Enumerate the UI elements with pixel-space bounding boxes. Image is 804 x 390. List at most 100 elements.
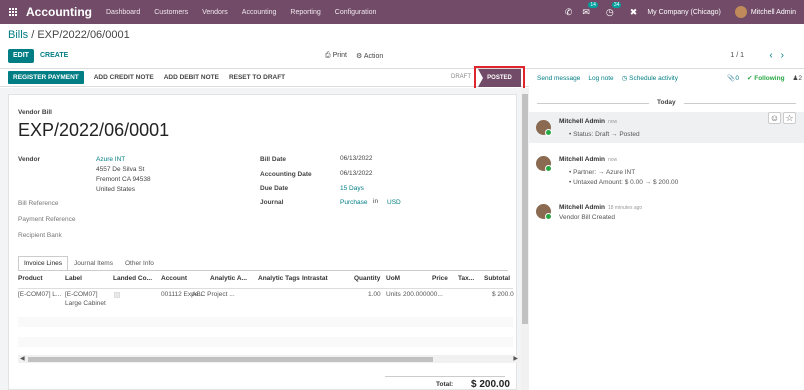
tab-invoice-lines[interactable]: Invoice Lines — [18, 256, 68, 271]
log-note-button[interactable]: Log note — [588, 75, 613, 82]
menu-vendors[interactable]: Vendors — [202, 9, 228, 16]
message-time: now — [607, 157, 618, 163]
top-navbar: Accounting Dashboard Customers Vendors A… — [0, 0, 804, 24]
tab-journal-items[interactable]: Journal Items — [68, 256, 119, 271]
col-subtotal[interactable]: Subtotal — [484, 275, 510, 282]
pager-value[interactable]: 1 / 1 — [730, 52, 744, 59]
author-avatar[interactable] — [536, 204, 552, 220]
col-analytic-tags[interactable]: Analytic Tags — [258, 275, 300, 282]
messages-icon[interactable]: ✉ 14 — [582, 1, 598, 18]
payment-reference-label: Payment Reference — [18, 216, 76, 223]
breadcrumb-bills-link[interactable]: Bills — [8, 29, 28, 41]
row-label-line-1: [E-COM07] — [65, 291, 98, 298]
message-author: Mitchell Admin 18 minutes ago — [559, 204, 643, 211]
star-icon[interactable]: ☆ — [783, 112, 796, 124]
horizontal-scrollbar[interactable]: ◀ ▶ — [18, 355, 520, 363]
phone-icon[interactable]: ✆ — [565, 7, 573, 18]
menu-accounting[interactable]: Accounting — [242, 9, 277, 16]
followers-count: 2 — [798, 75, 802, 82]
col-quantity[interactable]: Quantity — [354, 275, 380, 282]
col-account[interactable]: Account — [161, 275, 187, 282]
message-line-text: Vendor Bill Created — [559, 214, 616, 221]
following-button[interactable]: ✔ Following — [747, 74, 785, 82]
vendor-address-line-3: United States — [96, 186, 136, 193]
message-actions: ☺ ☆ — [768, 112, 796, 124]
scroll-left-icon[interactable]: ◀ — [20, 355, 25, 362]
send-message-button[interactable]: Send message — [537, 75, 580, 82]
menu-dashboard[interactable]: Dashboard — [106, 9, 140, 16]
apps-menu-icon[interactable] — [9, 8, 17, 16]
status-bar: REGISTER PAYMENT ADD CREDIT NOTE ADD DEB… — [0, 69, 530, 87]
journal-label: Journal — [260, 199, 284, 206]
table-header-line — [18, 288, 513, 289]
company-switcher[interactable]: My Company (Chicago) — [647, 9, 721, 16]
activities-icon[interactable]: ◷ 34 — [606, 1, 622, 18]
empty-row — [18, 337, 513, 347]
row-price: 200.000000... — [403, 291, 443, 298]
create-button[interactable]: CREATE — [40, 52, 68, 59]
total-value: $ 200.00 — [471, 379, 510, 390]
chevron-left-icon[interactable]: ‹ — [769, 50, 780, 61]
messages-badge: 14 — [588, 1, 598, 8]
menu-customers[interactable]: Customers — [154, 9, 188, 16]
col-uom[interactable]: UoM — [386, 275, 400, 282]
following-label: Following — [754, 75, 785, 82]
vendor-label: Vendor — [18, 156, 41, 163]
accounting-date-value[interactable]: 06/13/2022 — [340, 169, 373, 179]
col-taxes[interactable]: Tax... — [458, 275, 474, 282]
vertical-scroll-thumb[interactable] — [522, 94, 528, 324]
attachments-button[interactable]: 📎0 — [727, 74, 739, 82]
debug-tools-icon[interactable]: ✖ — [630, 7, 638, 18]
col-product[interactable]: Product — [18, 275, 43, 282]
col-landed-cost[interactable]: Landed Co... — [113, 275, 152, 282]
menu-reporting[interactable]: Reporting — [290, 9, 320, 16]
tab-other-info[interactable]: Other Info — [119, 256, 160, 271]
register-payment-button[interactable]: REGISTER PAYMENT — [8, 71, 84, 84]
user-avatar[interactable] — [734, 6, 747, 18]
due-date-value[interactable]: 15 Days — [340, 185, 364, 192]
menu-configuration[interactable]: Configuration — [335, 9, 377, 16]
author-avatar[interactable] — [536, 120, 552, 136]
breadcrumb-separator: / — [28, 29, 38, 41]
landed-cost-checkbox[interactable] — [114, 292, 120, 298]
reset-to-draft-button[interactable]: RESET TO DRAFT — [229, 74, 285, 81]
followers-button[interactable]: ♟2 — [793, 74, 802, 82]
gear-icon: ⚙ — [355, 53, 363, 60]
print-button[interactable]: ⎙ Print — [325, 52, 347, 60]
action-label: Action — [363, 53, 384, 60]
vertical-scrollbar[interactable] — [521, 88, 529, 390]
today-separator-right — [684, 103, 796, 104]
action-button[interactable]: ⚙ Action — [356, 52, 383, 60]
edit-button[interactable]: EDIT — [8, 49, 34, 63]
col-price[interactable]: Price — [432, 275, 448, 282]
bill-date-value[interactable]: 06/13/2022 — [340, 154, 373, 164]
col-label[interactable]: Label — [65, 275, 82, 282]
col-analytic-account[interactable]: Analytic A... — [210, 275, 247, 282]
col-intrastat[interactable]: Intrastat — [302, 275, 328, 282]
emoji-icon[interactable]: ☺ — [768, 112, 781, 124]
message-time: now — [607, 119, 618, 125]
journal-value[interactable]: Purchase — [340, 199, 367, 206]
vendor-name-link[interactable]: Azure INT — [96, 156, 125, 163]
accounting-date-label: Accounting Date — [260, 171, 312, 178]
bill-date-label: Bill Date — [260, 156, 287, 163]
stage-draft[interactable]: DRAFT — [451, 74, 471, 80]
add-credit-note-button[interactable]: ADD CREDIT NOTE — [94, 74, 154, 81]
document-name: EXP/2022/06/0001 — [18, 120, 170, 140]
form-tabs: Invoice Lines Journal Items Other Info — [18, 256, 160, 271]
user-menu[interactable]: Mitchell Admin — [751, 9, 796, 16]
document-type: Vendor Bill — [18, 109, 52, 116]
schedule-activity-button[interactable]: ◷ Schedule activity — [622, 74, 678, 82]
table-row[interactable]: [E-COM07] L... [E-COM07] Large Cabinet 0… — [18, 291, 514, 315]
scroll-right-icon[interactable]: ▶ — [513, 355, 518, 362]
author-avatar[interactable] — [536, 156, 552, 172]
currency-value[interactable]: USD — [387, 199, 401, 206]
print-icon: ⎙ — [325, 52, 331, 59]
horizontal-scroll-thumb[interactable] — [28, 357, 433, 362]
add-debit-note-button[interactable]: ADD DEBIT NOTE — [164, 74, 219, 81]
app-name[interactable]: Accounting — [26, 5, 92, 19]
bill-reference-label: Bill Reference — [18, 200, 59, 207]
message-author: Mitchell Admin now — [559, 156, 618, 163]
chatter-right-actions: 📎0 ✔ Following ♟2 — [727, 74, 802, 82]
chevron-right-icon[interactable]: › — [781, 50, 792, 61]
